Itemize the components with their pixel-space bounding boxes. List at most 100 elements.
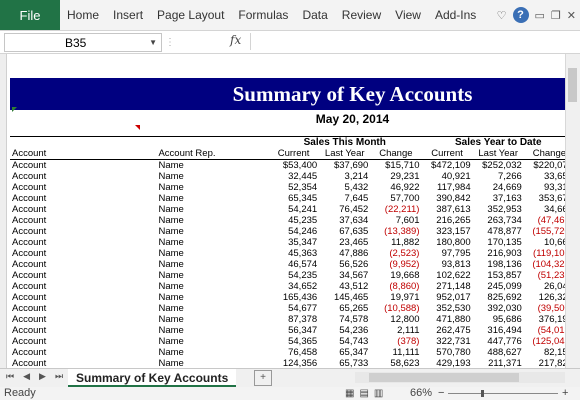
last-sheet-icon[interactable]: ⏭: [55, 371, 63, 382]
table-cell[interactable]: $472,109: [421, 160, 472, 172]
table-cell[interactable]: 35,347: [268, 237, 319, 248]
table-cell[interactable]: Account: [10, 325, 156, 336]
restore-icon[interactable]: ❐: [551, 9, 561, 22]
table-cell[interactable]: 952,017: [421, 292, 472, 303]
table-cell[interactable]: 37,634: [319, 215, 370, 226]
table-cell[interactable]: Account: [10, 314, 156, 325]
tab-review[interactable]: Review: [335, 8, 388, 22]
table-cell[interactable]: 7,266: [473, 171, 524, 182]
table-cell[interactable]: 570,780: [421, 347, 472, 358]
table-cell[interactable]: 316,494: [473, 325, 524, 336]
table-cell[interactable]: 29,231: [370, 171, 421, 182]
table-cell[interactable]: 76,452: [319, 204, 370, 215]
table-cell[interactable]: 11,111: [370, 347, 421, 358]
table-cell[interactable]: 2,111: [370, 325, 421, 336]
table-cell[interactable]: Name: [156, 237, 268, 248]
table-cell[interactable]: 124,356: [268, 358, 319, 368]
table-cell[interactable]: Name: [156, 292, 268, 303]
table-cell[interactable]: 46,574: [268, 259, 319, 270]
table-cell[interactable]: 32,445: [268, 171, 319, 182]
prev-sheet-icon[interactable]: ◀: [23, 371, 30, 382]
table-cell[interactable]: Account: [10, 292, 156, 303]
table-cell[interactable]: Name: [156, 303, 268, 314]
table-cell[interactable]: 216,903: [473, 248, 524, 259]
zoom-out-icon[interactable]: −: [438, 387, 444, 400]
tab-view[interactable]: View: [388, 8, 428, 22]
table-cell[interactable]: 45,363: [268, 248, 319, 259]
first-sheet-icon[interactable]: ⏮: [6, 371, 14, 382]
table-cell[interactable]: Account: [10, 182, 156, 193]
table-cell[interactable]: 352,953: [473, 204, 524, 215]
table-cell[interactable]: 323,157: [421, 226, 472, 237]
table-cell[interactable]: (378): [370, 336, 421, 347]
table-cell[interactable]: 46,922: [370, 182, 421, 193]
table-cell[interactable]: 65,733: [319, 358, 370, 368]
table-cell[interactable]: Account: [10, 160, 156, 172]
table-cell[interactable]: 54,677: [268, 303, 319, 314]
table-cell[interactable]: 392,030: [473, 303, 524, 314]
table-cell[interactable]: 198,136: [473, 259, 524, 270]
table-cell[interactable]: 429,193: [421, 358, 472, 368]
table-cell[interactable]: Name: [156, 270, 268, 281]
table-cell[interactable]: 153,857: [473, 270, 524, 281]
table-cell[interactable]: 825,692: [473, 292, 524, 303]
table-cell[interactable]: 37,163: [473, 193, 524, 204]
chevron-down-icon[interactable]: ▼: [149, 38, 157, 47]
table-cell[interactable]: Name: [156, 215, 268, 226]
table-cell[interactable]: Name: [156, 314, 268, 325]
table-cell[interactable]: 97,795: [421, 248, 472, 259]
table-cell[interactable]: 11,882: [370, 237, 421, 248]
table-cell[interactable]: 23,465: [319, 237, 370, 248]
table-cell[interactable]: Account: [10, 358, 156, 368]
horizontal-scrollbar[interactable]: [355, 372, 565, 383]
table-cell[interactable]: Account: [10, 193, 156, 204]
table-cell[interactable]: 117,984: [421, 182, 472, 193]
table-cell[interactable]: Account: [10, 248, 156, 259]
table-cell[interactable]: 67,635: [319, 226, 370, 237]
vertical-scroll-thumb[interactable]: [568, 68, 577, 102]
table-cell[interactable]: Account: [10, 347, 156, 358]
table-cell[interactable]: 12,800: [370, 314, 421, 325]
table-cell[interactable]: Name: [156, 336, 268, 347]
table-cell[interactable]: $53,400: [268, 160, 319, 172]
table-cell[interactable]: 43,512: [319, 281, 370, 292]
table-cell[interactable]: 211,371: [473, 358, 524, 368]
file-tab[interactable]: File: [0, 0, 60, 30]
next-sheet-icon[interactable]: ▶: [39, 371, 46, 382]
table-cell[interactable]: 54,241: [268, 204, 319, 215]
zoom-slider-knob[interactable]: [481, 390, 484, 397]
table-cell[interactable]: 34,567: [319, 270, 370, 281]
table-cell[interactable]: 245,099: [473, 281, 524, 292]
table-cell[interactable]: Name: [156, 160, 268, 172]
normal-view-icon[interactable]: ▦: [345, 387, 354, 400]
table-cell[interactable]: Account: [10, 281, 156, 292]
table-cell[interactable]: 165,436: [268, 292, 319, 303]
tab-data[interactable]: Data: [295, 8, 334, 22]
table-cell[interactable]: 54,365: [268, 336, 319, 347]
tab-add-ins[interactable]: Add-Ins: [428, 8, 483, 22]
table-cell[interactable]: Account: [10, 259, 156, 270]
table-cell[interactable]: 52,354: [268, 182, 319, 193]
table-cell[interactable]: 7,601: [370, 215, 421, 226]
horizontal-scroll-thumb[interactable]: [369, 373, 519, 382]
table-cell[interactable]: Account: [10, 303, 156, 314]
table-cell[interactable]: 93,813: [421, 259, 472, 270]
table-cell[interactable]: 180,800: [421, 237, 472, 248]
sheet-tab-summary[interactable]: Summary of Key Accounts: [68, 369, 237, 387]
table-cell[interactable]: Name: [156, 226, 268, 237]
table-cell[interactable]: 65,265: [319, 303, 370, 314]
zoom-in-icon[interactable]: +: [562, 387, 568, 400]
table-cell[interactable]: (22,211): [370, 204, 421, 215]
tab-formulas[interactable]: Formulas: [231, 8, 295, 22]
table-cell[interactable]: 322,731: [421, 336, 472, 347]
table-cell[interactable]: 34,652: [268, 281, 319, 292]
help-icon[interactable]: ?: [512, 7, 529, 23]
table-cell[interactable]: $37,690: [319, 160, 370, 172]
table-cell[interactable]: 471,880: [421, 314, 472, 325]
worksheet-grid[interactable]: Summary of Key Accounts May 20, 2014 Sal…: [0, 54, 580, 368]
table-cell[interactable]: 24,669: [473, 182, 524, 193]
table-cell[interactable]: $252,032: [473, 160, 524, 172]
table-cell[interactable]: Account: [10, 171, 156, 182]
table-cell[interactable]: 74,578: [319, 314, 370, 325]
table-cell[interactable]: 47,886: [319, 248, 370, 259]
